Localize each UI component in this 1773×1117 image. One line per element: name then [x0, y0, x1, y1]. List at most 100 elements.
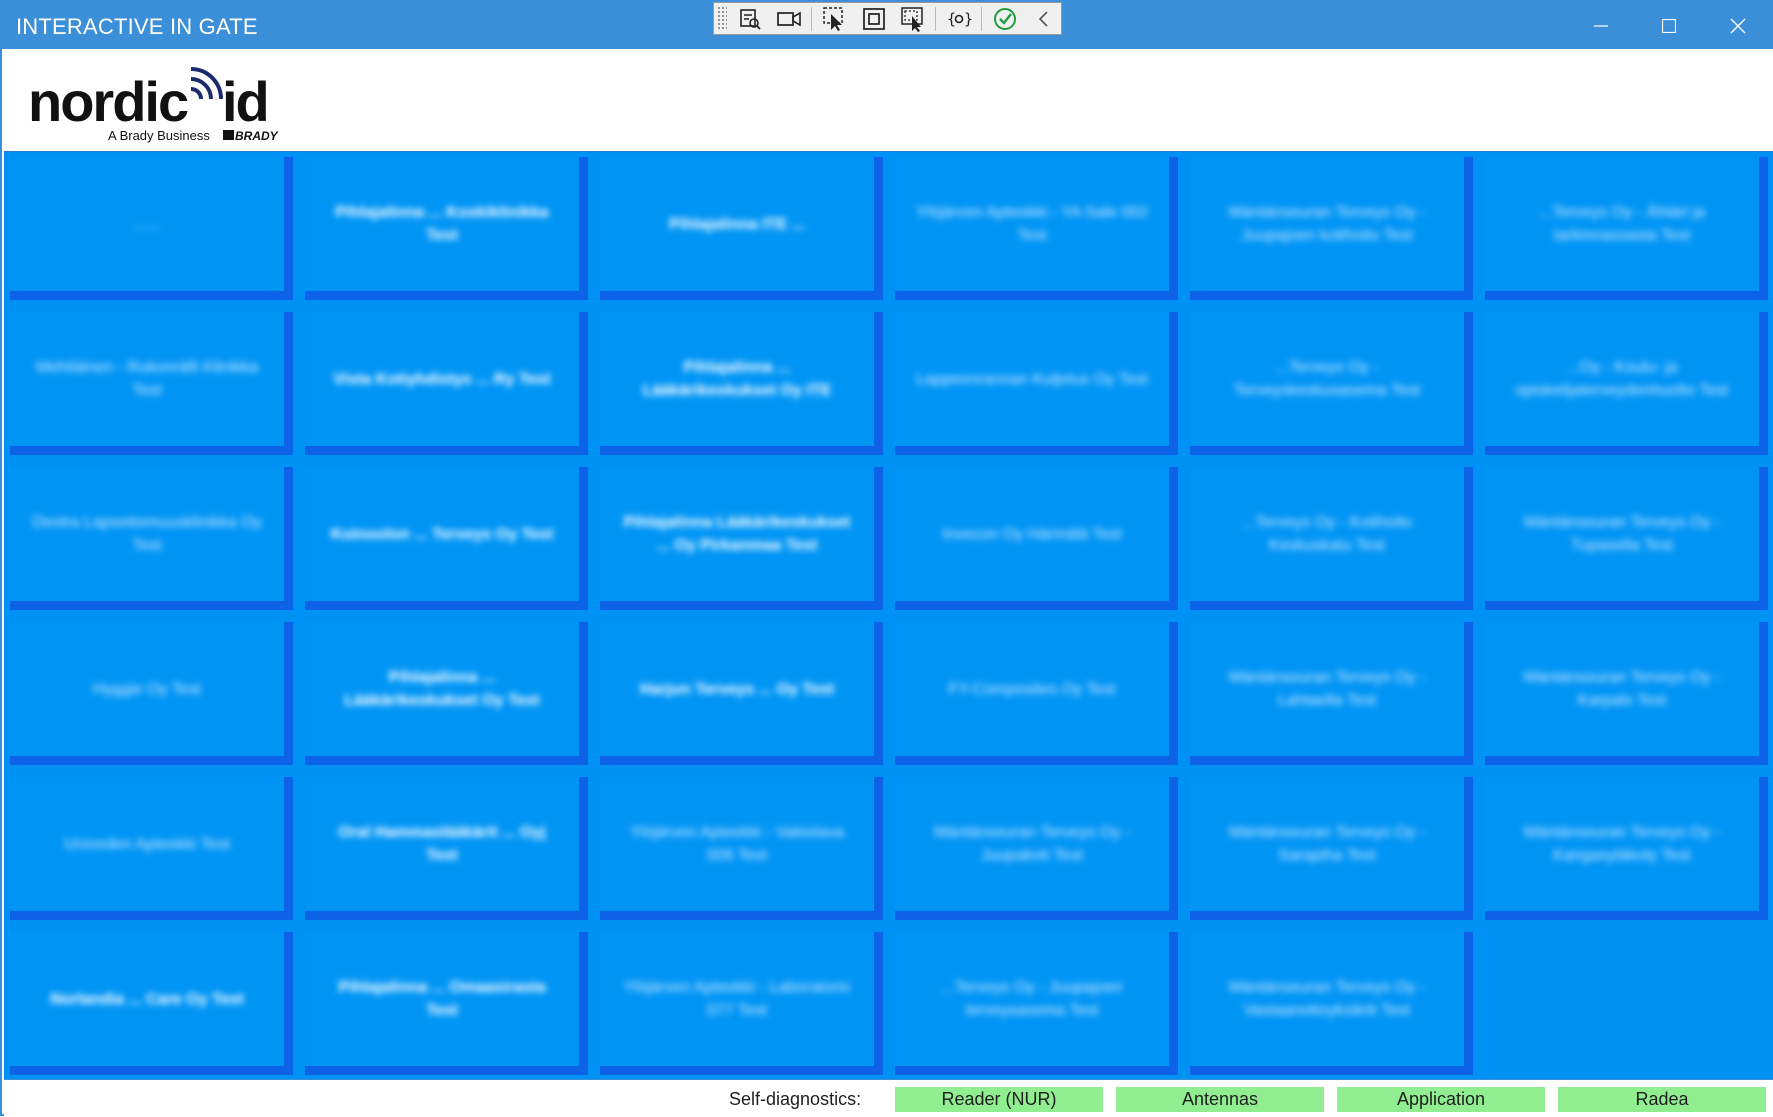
live-visual-tree-icon[interactable]	[733, 5, 766, 32]
customer-tile[interactable]: Norlandia ... Care Oy Test	[10, 932, 293, 1075]
status-application: Application	[1337, 1087, 1545, 1112]
customer-tile[interactable]: Ylöjärven Apteekki - YA Sale 002 Test	[895, 157, 1178, 300]
customer-tile[interactable]: Pihlajalinna ITE ...	[600, 157, 883, 300]
customer-tile[interactable]: Mäntänseuran Terveys Oy - Juupajoen koti…	[1190, 157, 1473, 300]
status-label: Application	[1396, 1089, 1486, 1109]
customer-tile[interactable]: Ylöjärven Apteekki - Vakiolava 006 Test	[600, 777, 883, 920]
customer-tile[interactable]: Mehiläinen - Rukonrälli Klinikka Test	[10, 312, 293, 455]
customer-tile[interactable]: Mäntänseuran Terveys Oy - Tupasella Test	[1485, 467, 1768, 610]
record-icon[interactable]	[772, 5, 805, 32]
customer-tile[interactable]: Pihlajalinna Lääkärikeskukset ... Oy Pir…	[600, 467, 883, 610]
customer-tile-grid: ...... Pihlajalinna ... Koskiklinikka Tes…	[4, 152, 1773, 1079]
toolbar-separator	[935, 6, 936, 31]
customer-tile-label: Pihlajalinna ITE ...	[668, 215, 806, 233]
customer-tile-label: Mäntänseuran Terveys Oy - Tupasella Test	[1523, 514, 1721, 554]
maximize-button[interactable]	[1635, 2, 1703, 49]
customer-tile[interactable]: Pihlajalinna ... Koskiklinikka Test	[305, 157, 588, 300]
customer-tile-label: Invecon Oy Härmälä Test	[942, 525, 1122, 543]
customer-tile-label: Pihlajalinna ... Lääkärikeskukset Oy Tes…	[344, 669, 540, 709]
customer-tile-label: Pihlajalinna ... Lääkärikeskukset Oy ITE	[642, 359, 832, 399]
svg-text:id: id	[222, 70, 268, 133]
toolbar-grip-icon[interactable]	[717, 6, 727, 31]
customer-tile-label: Pihlajalinna ... Koskiklinikka Test	[335, 204, 549, 244]
customer-tile-label: Ylöjärven Apteekki - Laboratorio 077 Tes…	[623, 979, 851, 1019]
customer-tile[interactable]: Vista Kotiyhdistys ... Ry Test	[305, 312, 588, 455]
customer-tile-label: ...Terveys Oy - Juupajoen terveysasema T…	[941, 979, 1123, 1019]
status-reader-nur: Reader (NUR)	[895, 1087, 1103, 1112]
customer-tile[interactable]: Hyggie Oy Test	[10, 622, 293, 765]
customer-tile[interactable]: Ylöjärven Apteekki - Laboratorio 077 Tes…	[600, 932, 883, 1075]
customer-tile[interactable]: Mäntänseuran Terveys Oy - Lahtaella Test	[1190, 622, 1473, 765]
customer-tile[interactable]: Mäntänseuran Terveys Oy - Vastaanottoyks…	[1190, 932, 1473, 1075]
customer-tile[interactable]: Mäntänseuran Terveys Oy - Karpalo Test	[1485, 622, 1768, 765]
status-label: Antennas	[1181, 1089, 1259, 1109]
title-bar[interactable]: INTERACTIVE IN GATE {}	[2, 2, 1773, 49]
display-layout-adorners-icon[interactable]	[857, 5, 890, 32]
customer-tile[interactable]: Invecon Oy Härmälä Test	[895, 467, 1178, 610]
maximize-icon	[1662, 18, 1676, 33]
customer-tile-label: ...Terveys Oy - Terveyskeskusasema Test	[1233, 359, 1421, 399]
svg-text:{: {	[947, 10, 956, 28]
customer-tile[interactable]: Kuinoolon ... Terveys Oy Test	[305, 467, 588, 610]
collapse-toolbar-icon[interactable]	[1027, 5, 1060, 32]
customer-tile[interactable]: Univeden Apteekki Test	[10, 777, 293, 920]
customer-tile-label: Ylöjärven Apteekki - YA Sale 002 Test	[915, 204, 1149, 244]
customer-tile-label: Mäntänseuran Terveys Oy - Karpalo Test	[1523, 669, 1721, 709]
customer-tile-label: Univeden Apteekki Test	[63, 835, 231, 853]
close-button[interactable]	[1704, 2, 1772, 49]
customer-tile-label: Pihlajalinna ... Omaasirasta Test	[338, 979, 546, 1019]
app-header: nordic id A Brady Business BRADY	[4, 49, 1773, 152]
customer-tile[interactable]: ...Oy - Koulu- ja opiskelijaterveydenhuo…	[1485, 312, 1768, 455]
customer-tile[interactable]: Lappeenrannan Kuljetus Oy Test	[895, 312, 1178, 455]
customer-tile[interactable]: Pihlajalinna ... Omaasirasta Test	[305, 932, 588, 1075]
status-label: Radea	[1635, 1089, 1689, 1109]
customer-tile[interactable]: ...Terveys Oy - Kotihoito Keskuskatu Tes…	[1190, 467, 1473, 610]
customer-tile[interactable]: Mäntänseuran Terveys Oy - Sarapiha Test	[1190, 777, 1473, 920]
self-diagnostics-label: Self-diagnostics:	[729, 1089, 862, 1109]
customer-tile[interactable]: Pihlajalinna ... Lääkärikeskukset Oy ITE	[600, 312, 883, 455]
customer-tile-label: Pihlajalinna Lääkärikeskukset ... Oy Pir…	[623, 514, 851, 554]
status-bar: Self-diagnostics: Reader (NUR) Antennas …	[4, 1079, 1773, 1117]
select-element-icon[interactable]	[818, 5, 851, 32]
status-antennas: Antennas	[1116, 1087, 1324, 1112]
customer-tile[interactable]: ...Terveys Oy - Ähtäri ja tarkinnassasta…	[1485, 157, 1768, 300]
nordic-id-logo: nordic id A Brady Business BRADY	[28, 61, 288, 145]
customer-tile-label: Kuinoolon ... Terveys Oy Test	[330, 525, 554, 543]
customer-tile-label: ......	[133, 215, 161, 233]
customer-tile-label: Harjun Terveys ... Oy Test	[639, 680, 835, 698]
hot-reload-ok-icon[interactable]	[988, 5, 1021, 32]
customer-tile[interactable]: ...Terveys Oy - Terveyskeskusasema Test	[1190, 312, 1473, 455]
customer-tile-label: Mäntänseuran Terveys Oy - Sarapiha Test	[1228, 824, 1426, 864]
customer-tile[interactable]: Pihlajalinna ... Lääkärikeskukset Oy Tes…	[305, 622, 588, 765]
customer-tile-label: Oral Hammaslääkärit ... Oyj Test	[338, 824, 546, 864]
minimize-button[interactable]	[1567, 2, 1635, 49]
customer-tile-label: Mäntänseuran Terveys Oy - Vastaanottoyks…	[1228, 979, 1426, 1019]
customer-tile-label: ...Oy - Koulu- ja opiskelijaterveydenhuo…	[1515, 359, 1729, 399]
customer-tile[interactable]: ......	[10, 157, 293, 300]
xaml-debug-toolbar: {}	[713, 2, 1062, 35]
track-focused-element-icon[interactable]	[896, 5, 929, 32]
toolbar-separator	[811, 6, 812, 31]
customer-tile-label: Mäntänseuran Terveys Oy - Juupajoen koti…	[1228, 204, 1426, 244]
close-icon	[1730, 18, 1746, 33]
customer-tile-label: Mäntänseuran Terveys Oy - Lahtaella Test	[1228, 669, 1426, 709]
customer-tile[interactable]: Harjun Terveys ... Oy Test	[600, 622, 883, 765]
binding-failures-icon[interactable]: {}	[942, 5, 975, 32]
customer-tile-label: Norlandia ... Care Oy Test	[50, 990, 244, 1008]
svg-text:A Brady Business: A Brady Business	[108, 128, 210, 143]
customer-tile-label: Dextra Lapsettomuusklinikka Oy Test	[32, 514, 262, 554]
app-window: INTERACTIVE IN GATE {}	[0, 0, 1773, 1117]
customer-tile[interactable]: Dextra Lapsettomuusklinikka Oy Test	[10, 467, 293, 610]
customer-tile[interactable]: Mäntänseuran Terveys Oy - Kangasyläkoty …	[1485, 777, 1768, 920]
customer-tile[interactable]: Oral Hammaslääkärit ... Oyj Test	[305, 777, 588, 920]
customer-tile-label: Ylöjärven Apteekki - Vakiolava 006 Test	[629, 824, 845, 864]
customer-tile[interactable]: Mäntänseuran Terveys Oy - Juupakoti Test	[895, 777, 1178, 920]
status-radea: Radea	[1558, 1087, 1766, 1112]
customer-tile[interactable]: ...Terveys Oy - Juupajoen terveysasema T…	[895, 932, 1178, 1075]
svg-text:nordic: nordic	[28, 70, 188, 133]
customer-tile-label: FY-Composites Oy Test	[948, 680, 1116, 698]
customer-tile-label: ...Terveys Oy - Kotihoito Keskuskatu Tes…	[1242, 514, 1412, 554]
customer-tile-label: Lappeenrannan Kuljetus Oy Test	[916, 370, 1148, 388]
customer-tile[interactable]: FY-Composites Oy Test	[895, 622, 1178, 765]
customer-tile-label: Vista Kotiyhdistys ... Ry Test	[333, 370, 551, 388]
